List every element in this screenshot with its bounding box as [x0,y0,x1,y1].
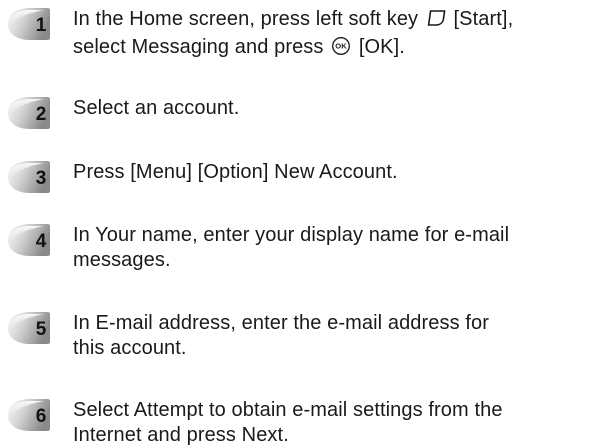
step-4-text-line: messages. [73,249,171,271]
step-number-badge: 2 [4,96,52,130]
step-2-text-line: Select an account. [73,97,240,119]
step-text: Select Attempt to obtain e-mail settings… [73,398,595,448]
step-1-text-part: In the Home screen, press left soft key [73,8,419,30]
step-1-text-part: [OK]. [358,36,405,58]
step-number: 4 [36,231,47,252]
step-5-text-line: In E-mail address, enter the e-mail addr… [73,312,489,334]
step-number: 2 [36,104,47,125]
step-text: In Your name, enter your display name fo… [73,223,595,273]
left-soft-key-icon [426,8,446,35]
step-text: Press [Menu] [Option] New Account. [73,160,595,185]
step-number: 1 [36,15,47,36]
step-5-text-line: this account. [73,337,187,359]
step-number: 3 [36,168,47,189]
step-1-text-part: [Start], [453,8,514,30]
step-4-text-line: In Your name, enter your display name fo… [73,224,510,246]
step-1-text-part: select Messaging and press [73,36,324,58]
ok-key-icon: OK [331,36,351,63]
step-number-badge: 4 [4,223,52,257]
step-number: 6 [36,406,47,427]
step-text: In the Home screen, press left soft key … [73,7,595,63]
svg-text:OK: OK [335,42,347,51]
step-6-text-line: Internet and press Next. [73,424,289,446]
step-6-text-line: Select Attempt to obtain e-mail settings… [73,399,503,421]
step-number-badge: 5 [4,311,52,345]
step-number-badge: 6 [4,398,52,432]
step-3-text-line: Press [Menu] [Option] New Account. [73,161,398,183]
step-text: Select an account. [73,96,595,121]
step-number-badge: 1 [4,7,52,41]
step-number: 5 [36,319,47,340]
step-number-badge: 3 [4,160,52,194]
step-text: In E-mail address, enter the e-mail addr… [73,311,595,361]
